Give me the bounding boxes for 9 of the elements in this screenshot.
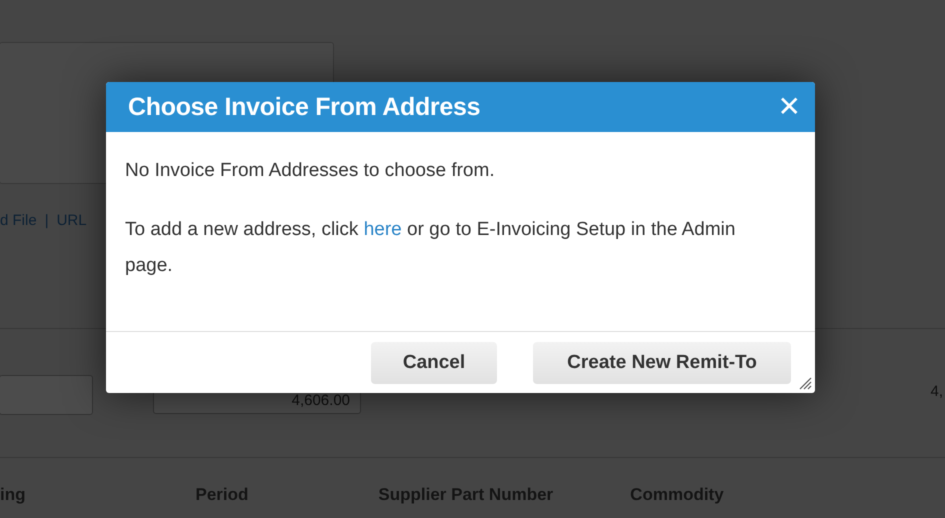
- close-button[interactable]: ✕: [778, 93, 801, 121]
- dialog-title: Choose Invoice From Address: [128, 92, 480, 122]
- separator-text: |: [44, 212, 49, 228]
- message-text: No Invoice From Addresses to choose from.: [125, 160, 496, 182]
- instruction-text: To add a new address, click here or go to E-Invoicing Setup in the Admin page.: [125, 218, 736, 278]
- dialog-button[interactable]: Cancel: [371, 342, 497, 384]
- resize-grip-icon[interactable]: [798, 376, 812, 390]
- dialog-button[interactable]: Create New Remit-To: [533, 342, 791, 384]
- here-link[interactable]: here: [364, 219, 402, 240]
